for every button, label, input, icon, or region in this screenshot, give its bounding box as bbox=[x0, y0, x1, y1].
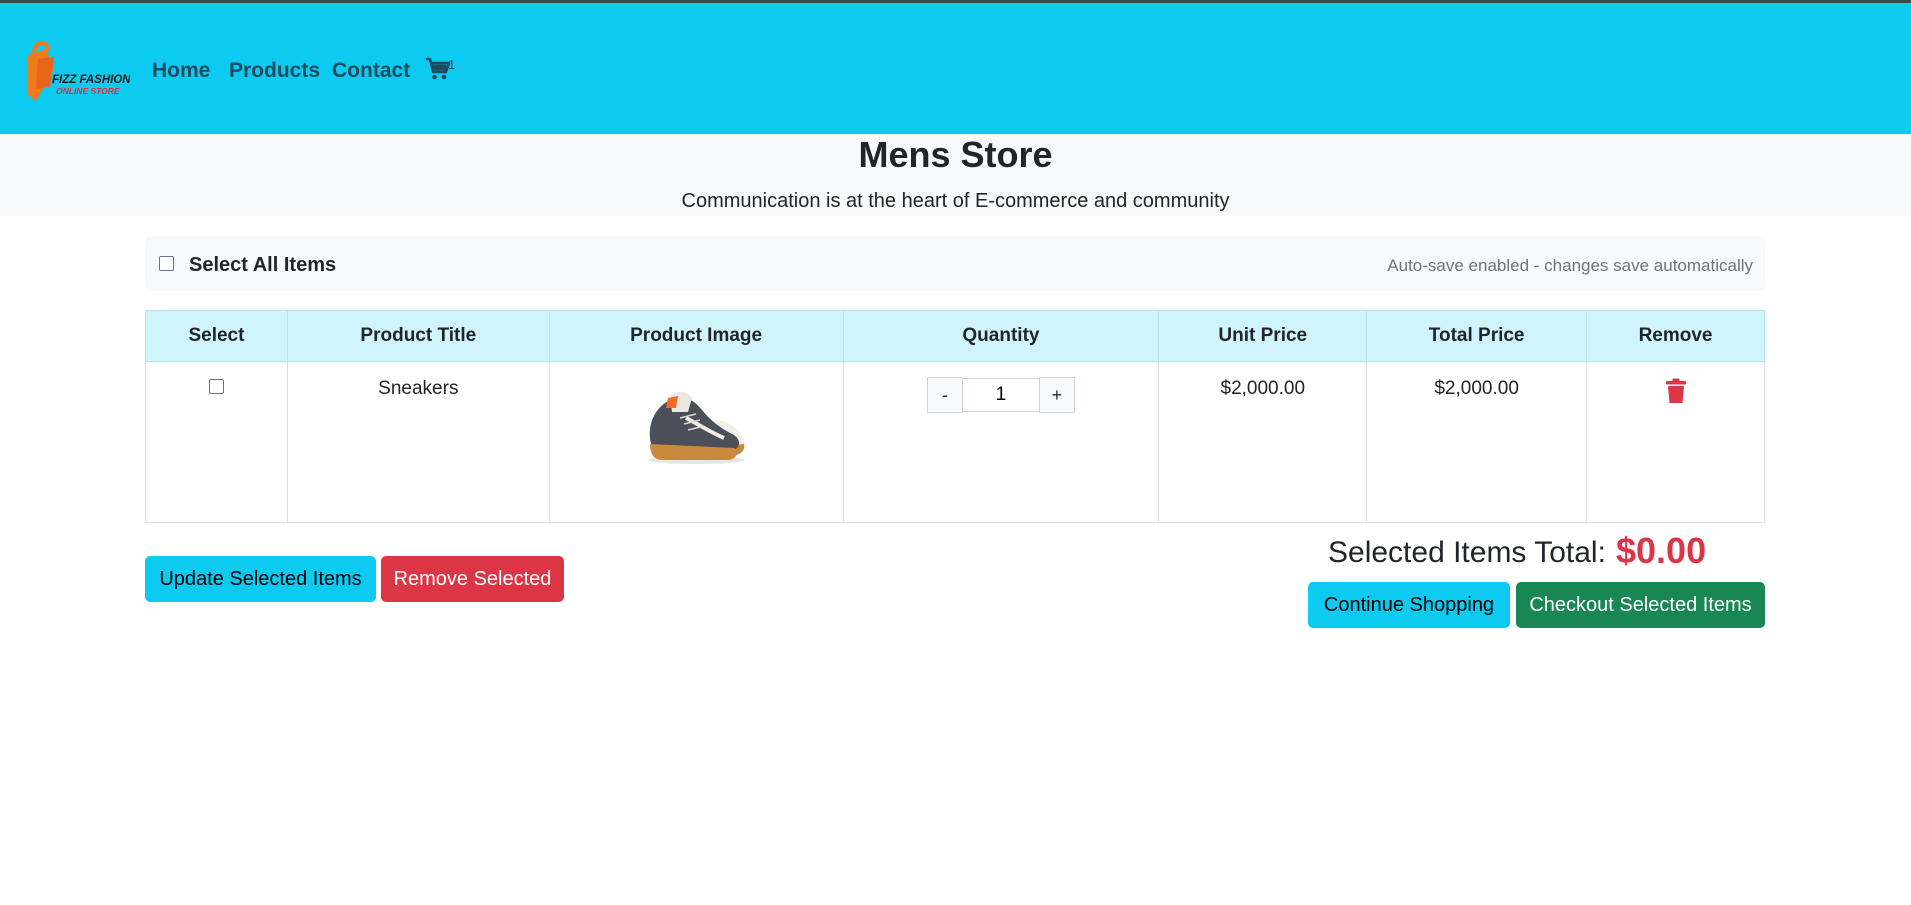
page-subtitle: Communication is at the heart of E-comme… bbox=[681, 190, 1230, 212]
header-remove: Remove bbox=[1586, 310, 1765, 362]
nav-link-contact[interactable]: Contact bbox=[332, 59, 410, 83]
cell-product-title: Sneakers bbox=[286, 361, 550, 523]
row-select-checkbox[interactable] bbox=[208, 379, 224, 394]
header-product-image: Product Image bbox=[548, 310, 844, 362]
update-selected-button[interactable]: Update Selected Items bbox=[145, 556, 376, 602]
checkout-selected-button[interactable]: Checkout Selected Items bbox=[1516, 582, 1765, 628]
quantity-input[interactable] bbox=[962, 378, 1039, 412]
cell-total-price: $2,000.00 bbox=[1366, 361, 1588, 523]
remove-selected-button[interactable]: Remove Selected bbox=[381, 556, 564, 602]
brand-logo[interactable]: FIZZ FASHION ONLINE STORE bbox=[24, 39, 131, 103]
cell-unit-price: $2,000.00 bbox=[1158, 361, 1368, 523]
autosave-status: Auto-save enabled - changes save automat… bbox=[1387, 256, 1753, 275]
selected-total-label: Selected Items Total: bbox=[1328, 536, 1606, 569]
cell-product-image bbox=[548, 361, 844, 523]
sneaker-product-image bbox=[648, 391, 745, 464]
quantity-decrease-button[interactable]: - bbox=[926, 377, 963, 413]
select-all-checkbox[interactable] bbox=[159, 256, 174, 271]
trash-icon[interactable] bbox=[1665, 378, 1687, 404]
header-quantity: Quantity bbox=[842, 310, 1160, 362]
logo-text-line1: FIZZ FASHION bbox=[52, 74, 130, 86]
header-select: Select bbox=[145, 310, 288, 362]
select-all-label[interactable]: Select All Items bbox=[189, 254, 336, 277]
header-product-title: Product Title bbox=[286, 310, 550, 362]
cell-remove bbox=[1586, 361, 1765, 523]
selected-total-value: $0.00 bbox=[1616, 530, 1707, 571]
continue-shopping-button[interactable]: Continue Shopping bbox=[1308, 582, 1510, 628]
quantity-increase-button[interactable]: + bbox=[1038, 377, 1075, 413]
nav-link-home[interactable]: Home bbox=[152, 59, 210, 83]
cart-count-badge: 1 bbox=[448, 57, 456, 72]
nav-link-products[interactable]: Products bbox=[229, 59, 320, 83]
cart-table: Select Product Title Product Image Quant… bbox=[145, 310, 1765, 523]
navbar: FIZZ FASHION ONLINE STORE Home Products … bbox=[0, 3, 1911, 134]
cell-quantity: - + bbox=[842, 361, 1160, 523]
header-unit-price: Unit Price bbox=[1158, 310, 1368, 362]
quantity-stepper: - + bbox=[926, 377, 1075, 413]
table-header-row: Select Product Title Product Image Quant… bbox=[145, 310, 1765, 362]
logo-text-line2: ONLINE STORE bbox=[56, 86, 120, 96]
page-title: Mens Store bbox=[858, 134, 1053, 175]
cell-select bbox=[145, 361, 288, 523]
header-total-price: Total Price bbox=[1366, 310, 1588, 362]
table-row: Sneakers - + bbox=[145, 361, 1765, 523]
